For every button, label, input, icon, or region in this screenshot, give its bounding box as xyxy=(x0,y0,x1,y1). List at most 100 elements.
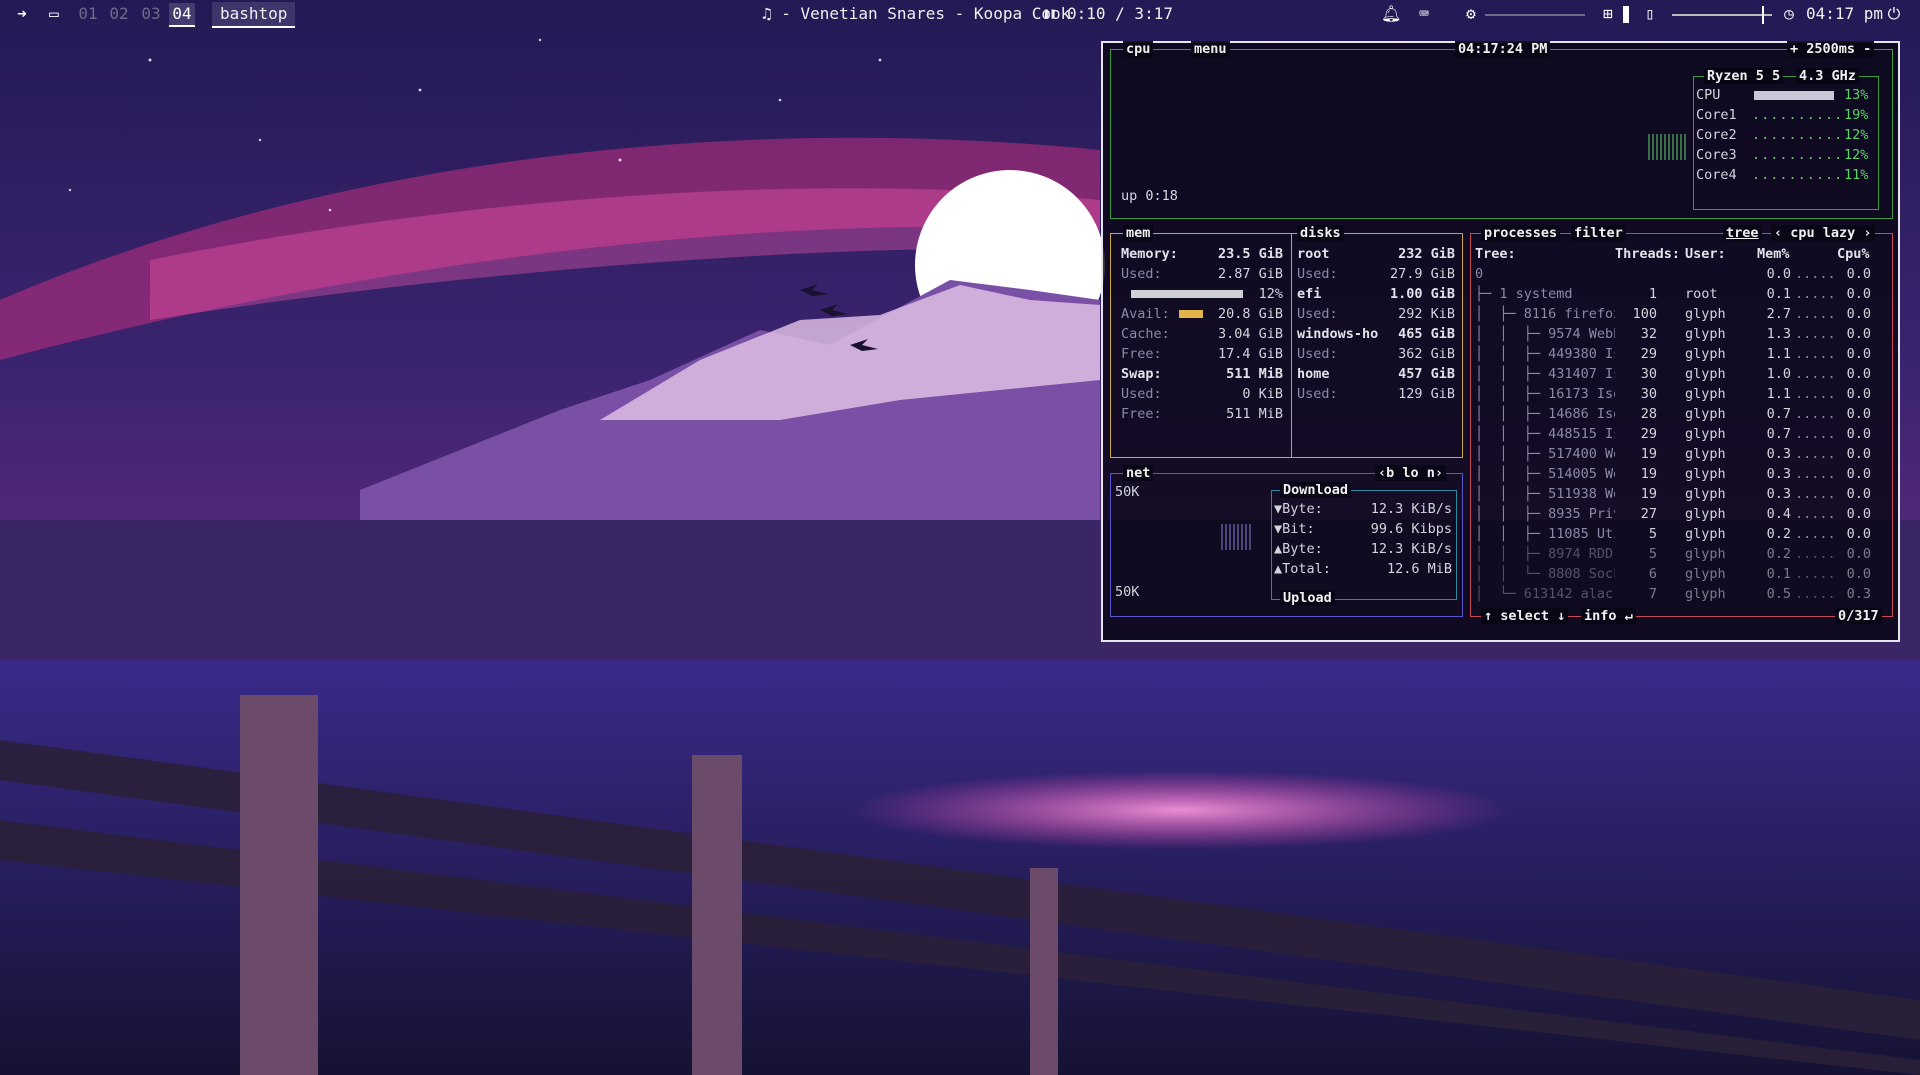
workspace-03[interactable]: 03 xyxy=(138,3,164,25)
mem-used-percent: 12% xyxy=(1258,286,1283,302)
workspace-01[interactable]: 01 xyxy=(75,3,101,25)
header-threads[interactable]: Threads: xyxy=(1615,244,1680,264)
process-row[interactable]: │ │ └─ 8808 Socket 6 glyph 0.1 0.0..... xyxy=(1471,564,1891,584)
process-cpu: 0.0 xyxy=(1846,366,1871,382)
process-row[interactable]: 0 0.0 0.0..... xyxy=(1471,264,1891,284)
process-user: glyph xyxy=(1685,566,1726,582)
sort-selector[interactable]: ‹ cpu lazy › xyxy=(1771,225,1875,241)
tree-toggle[interactable]: tree xyxy=(1723,225,1762,241)
process-mem: 0.1 xyxy=(1766,286,1791,302)
process-row[interactable]: │ └─ 613142 alacrit 7 glyph 0.5 0.3..... xyxy=(1471,584,1891,604)
process-user: glyph xyxy=(1685,306,1726,322)
process-mem: 0.3 xyxy=(1766,446,1791,462)
keyboard-icon[interactable]: ⌨ xyxy=(1414,4,1434,24)
cpu-graph xyxy=(1648,134,1686,160)
network-icon[interactable]: ⊞ xyxy=(1598,4,1618,24)
media-title[interactable]: ♫ - Venetian Snares - Koopa Cook xyxy=(762,3,1070,25)
media-time: 0:10 / 3:17 xyxy=(1067,4,1173,23)
process-cpu: 0.0 xyxy=(1846,326,1871,342)
processes-label[interactable]: processes xyxy=(1481,225,1561,241)
net-stats-panel: Download ▼Byte: 12.3 KiB/s ▼Bit: 99.6 Ki… xyxy=(1271,482,1457,606)
workspace-02[interactable]: 02 xyxy=(106,3,132,25)
process-threads: 1 xyxy=(1648,286,1657,302)
core4-graph: .......... xyxy=(1752,167,1844,183)
mem-label[interactable]: mem xyxy=(1123,225,1154,241)
process-row[interactable]: │ │ ├─ 9574 WebExt 32 glyph 1.3 0.0..... xyxy=(1471,324,1891,344)
battery-icon[interactable]: ▯ xyxy=(1640,4,1660,24)
disks-label[interactable]: disks xyxy=(1297,225,1344,241)
interval-control[interactable]: + 2500ms - xyxy=(1787,41,1875,57)
process-row[interactable]: │ │ ├─ 14686 Isola 28 glyph 0.7 0.0..... xyxy=(1471,404,1891,424)
process-row[interactable]: │ │ ├─ 16173 Isola 30 glyph 1.1 0.0..... xyxy=(1471,384,1891,404)
header-user[interactable]: User: xyxy=(1685,244,1726,264)
process-row[interactable]: │ │ ├─ 8974 RDD Pr 5 glyph 0.2 0.0..... xyxy=(1471,544,1891,564)
process-threads: 19 xyxy=(1640,446,1657,462)
bell-icon[interactable]: 🔔︎ xyxy=(1381,4,1401,24)
process-row[interactable]: │ │ ├─ 431407 Isol 30 glyph 1.0 0.0..... xyxy=(1471,364,1891,384)
arrow-icon[interactable]: ➜ xyxy=(12,4,32,24)
mem-cache-value: 3.04 GiB xyxy=(1217,326,1283,342)
process-tree: ├─ 1 systemd xyxy=(1475,286,1573,302)
power-icon[interactable]: ⏻ xyxy=(1884,4,1904,24)
net-label[interactable]: net xyxy=(1123,465,1154,481)
process-cpu-graph: ..... xyxy=(1795,346,1836,362)
process-row[interactable]: │ │ ├─ 8935 Privil 27 glyph 0.4 0.0..... xyxy=(1471,504,1891,524)
process-row[interactable]: │ ├─ 8116 firefox 100 glyph 2.7 0.0..... xyxy=(1471,304,1891,324)
process-cpu: 0.0 xyxy=(1846,306,1871,322)
process-mem: 0.7 xyxy=(1766,426,1791,442)
core3-value: 12% xyxy=(1844,147,1869,163)
process-cpu-graph: ..... xyxy=(1795,406,1836,422)
process-row[interactable]: │ │ ├─ 11085 Utili 5 glyph 0.2 0.0..... xyxy=(1471,524,1891,544)
window-title[interactable]: bashtop xyxy=(212,2,296,28)
process-row[interactable]: │ │ ├─ 511938 Web 19 glyph 0.3 0.0..... xyxy=(1471,484,1891,504)
net-ul-byte-label: ▲Byte: xyxy=(1274,541,1323,557)
monitor-icon[interactable]: ▭ xyxy=(44,4,64,24)
workspace-04[interactable]: 04 xyxy=(169,3,195,27)
filter-label[interactable]: filter xyxy=(1571,225,1626,241)
info-hint[interactable]: info ↵ xyxy=(1581,608,1636,624)
cpu-label[interactable]: cpu xyxy=(1123,41,1154,57)
menu-label[interactable]: menu xyxy=(1191,41,1230,57)
process-tree: │ │ ├─ 514005 Web xyxy=(1475,466,1615,482)
process-row[interactable]: │ │ ├─ 517400 Web 19 glyph 0.3 0.0..... xyxy=(1471,444,1891,464)
volume-slider[interactable] xyxy=(1672,14,1772,16)
process-mem: 0.5 xyxy=(1766,586,1791,602)
net-interface-nav[interactable]: ‹b lo n› xyxy=(1375,465,1447,481)
process-tree: │ │ ├─ 517400 Web xyxy=(1475,446,1615,462)
cpu-total-value: 13% xyxy=(1844,87,1869,103)
header-cpu[interactable]: Cpu% xyxy=(1837,244,1870,264)
pause-icon[interactable]: ❚❚ xyxy=(1043,3,1056,25)
processes-box: processes filter tree ‹ cpu lazy › Tree:… xyxy=(1470,225,1893,624)
net-total-label: ▲Total: xyxy=(1274,561,1331,577)
cpu-usage-bar xyxy=(1754,91,1834,100)
process-count: 0/317 xyxy=(1835,608,1882,624)
disk-home-used-label: Used: xyxy=(1297,386,1338,402)
process-mem: 0.4 xyxy=(1766,506,1791,522)
process-tree: │ └─ 613142 alacrit xyxy=(1475,586,1615,602)
volume-handle[interactable] xyxy=(1762,6,1764,24)
core1-graph: .......... xyxy=(1752,107,1844,123)
process-threads: 29 xyxy=(1640,426,1657,442)
process-threads: 7 xyxy=(1648,586,1657,602)
process-user: glyph xyxy=(1685,426,1726,442)
clock[interactable]: 04:17 pm xyxy=(1806,3,1883,25)
process-user: glyph xyxy=(1685,466,1726,482)
gear-icon[interactable]: ⚙ xyxy=(1461,4,1481,24)
swap-used-value: 0 KiB xyxy=(1242,386,1283,402)
core1-row: Core1 xyxy=(1696,107,1737,123)
header-mem[interactable]: Mem% xyxy=(1757,244,1790,264)
process-row[interactable]: │ │ ├─ 514005 Web 19 glyph 0.3 0.0..... xyxy=(1471,464,1891,484)
select-hint[interactable]: ↑ select ↓ xyxy=(1481,608,1569,624)
process-row[interactable]: ├─ 1 systemd 1 root 0.1 0.0..... xyxy=(1471,284,1891,304)
process-tree: │ │ ├─ 11085 Utili xyxy=(1475,526,1615,542)
process-row[interactable]: │ │ ├─ 449380 Isol 29 glyph 1.1 0.0..... xyxy=(1471,344,1891,364)
process-cpu: 0.0 xyxy=(1846,466,1871,482)
process-mem: 0.2 xyxy=(1766,526,1791,542)
cpu-cores-panel: Ryzen 5 5 4.3 GHz CPU 13% Core1 ........… xyxy=(1693,68,1879,210)
process-row[interactable]: │ │ ├─ 448515 Isol 29 glyph 0.7 0.0..... xyxy=(1471,424,1891,444)
bashtop-window[interactable]: cpu menu 04:17:24 PM + 2500ms - up 0:18 … xyxy=(1101,41,1900,642)
swap-free-value: 511 MiB xyxy=(1226,406,1283,422)
header-tree[interactable]: Tree: xyxy=(1475,244,1516,264)
process-cpu-graph: ..... xyxy=(1795,366,1836,382)
process-tree: │ ├─ 8116 firefox xyxy=(1475,306,1615,322)
